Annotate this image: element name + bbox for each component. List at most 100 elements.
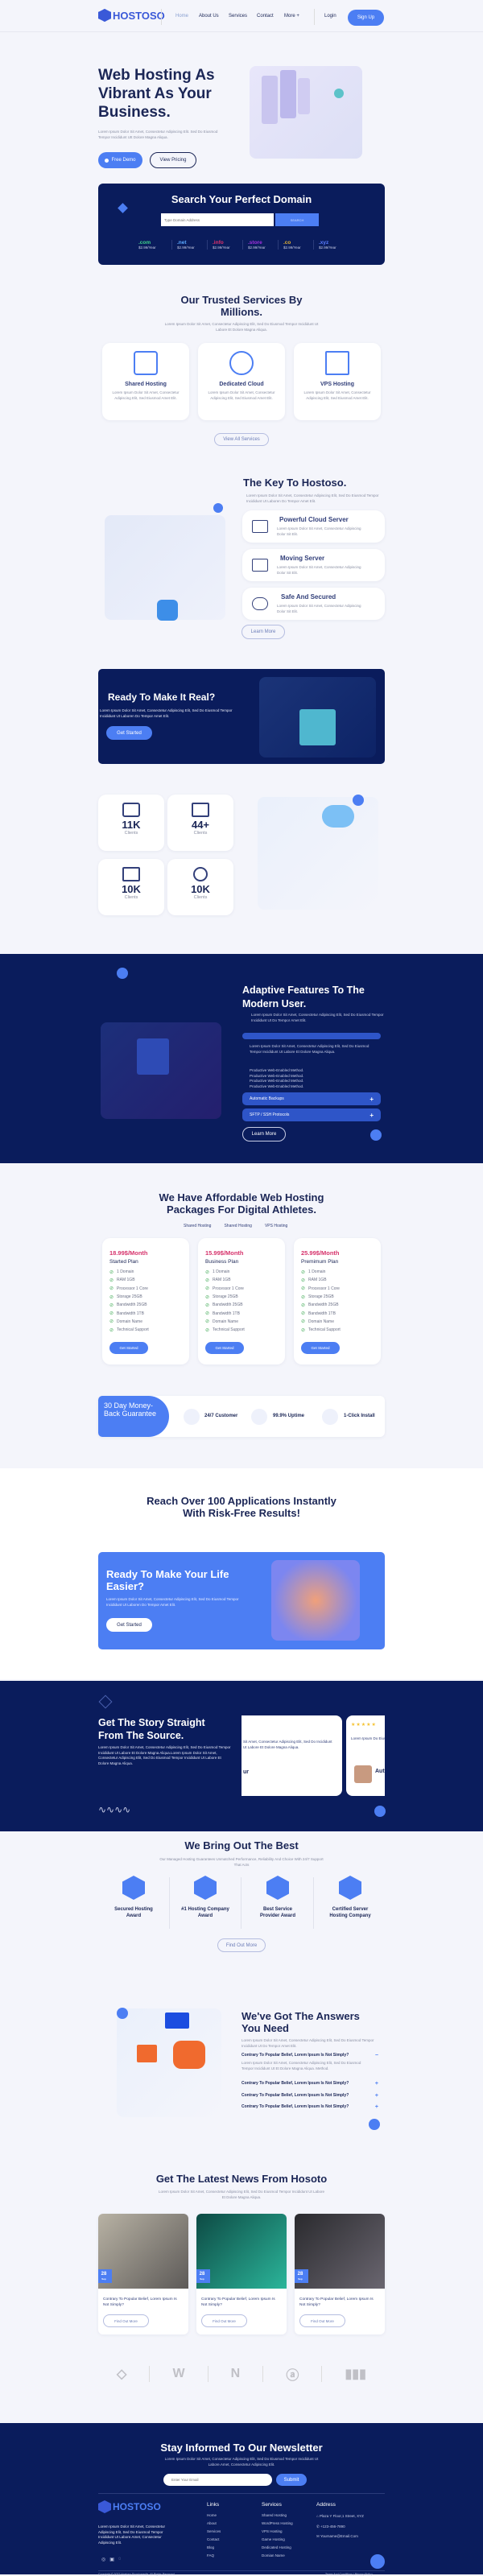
news-title: Get The Latest News From Hosoto (155, 2173, 328, 2185)
legal-links[interactable]: Terms And Conditions | Privacy Policy (325, 2573, 373, 2576)
tab-shared-hosting-2[interactable]: Shared Hosting (224, 1224, 251, 1228)
instagram-icon[interactable]: ◎ (101, 2557, 105, 2562)
newsletter-email-input[interactable] (163, 2474, 272, 2486)
dashboard-illustration (101, 1022, 221, 1119)
key-text: Lorem Ipsum Dolor Sit Amet, Consectetur … (246, 493, 379, 503)
nav-more[interactable]: More + (284, 14, 299, 19)
accordion-sftp-ssh[interactable]: SFTP / SSH Protocols + (242, 1108, 381, 1121)
service-card[interactable]: VPS Hosting Lorem Ipsum Dolor Sit Amet, … (294, 343, 381, 420)
footer-link[interactable]: Home (207, 2512, 221, 2520)
award-item: Best Service Provider Award (246, 1876, 310, 1919)
footer-service-link[interactable]: WordPress Hosting (262, 2520, 293, 2528)
nav-about[interactable]: About Us (199, 14, 219, 19)
folder-network-icon (192, 803, 209, 817)
get-started-button[interactable]: Get Started (205, 1342, 244, 1355)
footer-link[interactable]: Blog (207, 2544, 221, 2552)
accordion-automatic-backups[interactable]: Automatic Backups + (242, 1092, 381, 1105)
wave-decor: ∿∿∿∿ (98, 1804, 131, 1815)
active-tab-bar[interactable] (242, 1033, 381, 1039)
footer-service-link[interactable]: VPS Hosting (262, 2528, 293, 2536)
footer-service-link[interactable]: Shared Hosting (262, 2512, 293, 2520)
service-card[interactable]: Dedicated Cloud Lorem Ipsum Dolor Sit Am… (198, 343, 285, 420)
nav-home[interactable]: Home (175, 14, 188, 19)
tiktok-icon[interactable]: ▣ (109, 2557, 114, 2562)
news-card[interactable]: 28 Sep Contrary To Popular Belief, Lorem … (295, 2214, 385, 2334)
footer-link[interactable]: FAQ (207, 2552, 221, 2560)
date-badge: 28 Sep (295, 2269, 308, 2283)
find-out-more-button[interactable]: Find Out More (299, 2314, 345, 2327)
login-link[interactable]: Login (324, 14, 336, 19)
domain-search-button[interactable]: SEARCH (275, 213, 319, 226)
whatsapp-icon[interactable]: ◌ (118, 2557, 122, 2562)
tld-item: .net $2.99/Year (172, 240, 208, 250)
footer-link[interactable]: Services (207, 2528, 221, 2536)
phone-item[interactable]: ✆ +123-456-7890 (316, 2522, 364, 2533)
news-card[interactable]: 28 Sep Contrary To Popular Belief, Lorem … (196, 2214, 287, 2334)
shared-hosting-icon (134, 351, 158, 375)
footer-service-link[interactable]: Game Hosting (262, 2536, 293, 2544)
scroll-top-button[interactable] (370, 2554, 385, 2569)
check-icon: ⊘ (301, 1311, 306, 1317)
play-icon (105, 158, 109, 163)
footer-link[interactable]: About (207, 2520, 221, 2528)
news-card[interactable]: 28 Sep Contrary To Popular Belief, Lorem … (98, 2214, 188, 2334)
email-item[interactable]: ✉ Yourname@Email.Com (316, 2532, 364, 2542)
free-demo-button[interactable]: Free Demo (98, 152, 142, 168)
nav-contact[interactable]: Contact (257, 14, 274, 19)
guarantee-bar: 30 Day Money-Back Guarantee 24/7 Custome… (98, 1396, 385, 1437)
cloud-icon (229, 351, 254, 375)
tld-list: .com $2.99/Year .net $2.99/Year .info $2.99… (137, 240, 349, 250)
faq-answer: Lorem Ipsum Dolor Sit Amet, Consectetur … (242, 2061, 361, 2070)
footer-service-link[interactable]: Domian Name (262, 2552, 293, 2560)
get-started-button[interactable]: Get Started (109, 1342, 148, 1355)
learn-more-button[interactable]: Learn More (242, 1127, 286, 1141)
get-started-button[interactable]: Get Started (301, 1342, 340, 1355)
feature-item: ⊘ 1 Domain (109, 1269, 134, 1275)
footer-service-link[interactable]: Dedicated Hosting (262, 2544, 293, 2552)
domain-input[interactable] (161, 213, 274, 226)
learn-more-button[interactable]: Learn More (242, 625, 285, 639)
feature-item: ⊘ Bandwidth 25GB (109, 1302, 147, 1308)
find-out-more-button[interactable]: Find Out More (201, 2314, 247, 2327)
get-started-button[interactable]: Get Started (106, 1618, 152, 1632)
logo[interactable]: HOSTOSO (98, 9, 165, 22)
signup-button[interactable]: Sign Up (348, 10, 384, 26)
award-badge-icon (266, 1876, 289, 1900)
tab-shared-hosting[interactable]: Shared Hosting (184, 1224, 211, 1228)
key-title: The Key To Hostoso. (243, 477, 347, 489)
faq-question[interactable]: Contrary To Popular Belief, Lorem Ipsum … (242, 2093, 378, 2099)
check-icon: ⊘ (301, 1269, 306, 1275)
nav-services[interactable]: Services (229, 14, 247, 19)
service-card[interactable]: Shared Hosting Lorem Ipsum Dolor Sit Ame… (102, 343, 189, 420)
partner-logo-bars: ▮▮▮ (345, 2368, 366, 2381)
footer-link[interactable]: Contact (207, 2536, 221, 2544)
faq-question[interactable]: Contrary To Popular Belief, Lorem Ipsum … (242, 2104, 378, 2110)
find-out-more-button[interactable]: Find Out More (103, 2314, 149, 2327)
get-started-button[interactable]: Get Started (106, 726, 152, 740)
server-gear-icon (122, 803, 140, 817)
address-item: ⌂ Plaza Y Floor,1 Street, XYZ (316, 2514, 364, 2518)
domain-search-section: Search Your Perfect Domain SEARCH .com$2… (98, 184, 385, 265)
faq-question[interactable]: Contrary To Popular Belief, Lorem Ipsum … (242, 2053, 378, 2058)
find-out-more-button[interactable]: Find Out More (217, 1938, 266, 1952)
tld-item: .com $2.99/Year (137, 240, 172, 250)
check-icon: ⊘ (109, 1294, 114, 1300)
view-all-services-button[interactable]: View All Services (214, 433, 269, 446)
stat-card: 10K Clients (98, 859, 164, 915)
thumbs-up-icon (251, 1409, 267, 1425)
globe-window-icon (252, 520, 268, 533)
feature-item: ⊘ Processor 1 Core (109, 1286, 148, 1292)
faq-title: We've Got The Answers You Need (242, 2010, 360, 2034)
feature-item: ⊘ RAM 1GB (301, 1278, 327, 1283)
newsletter-submit-button[interactable]: Submit (276, 2474, 307, 2486)
carousel-dot[interactable] (374, 1806, 386, 1817)
testimonial-section: Get The Story Straight From The Source. L… (0, 1681, 483, 1831)
pricing-card: 18.99$/Month Started Plan ⊘ 1 Domain ⊘ RAM 1… (102, 1238, 189, 1364)
view-pricing-button[interactable]: View Pricing (150, 152, 196, 168)
faq-question[interactable]: Contrary To Popular Belief, Lorem Ipsum … (242, 2081, 378, 2087)
key-item: Moving Server Lorem Ipsum Dolor Sit Amet… (242, 549, 385, 581)
feature-item: ⊘ Bandwidth 1TB (109, 1311, 144, 1317)
tab-vps-hosting[interactable]: VPS Hosting (265, 1224, 287, 1228)
check-icon: ⊘ (109, 1319, 114, 1325)
feature-item: ⊘ 1 Domain (301, 1269, 326, 1275)
